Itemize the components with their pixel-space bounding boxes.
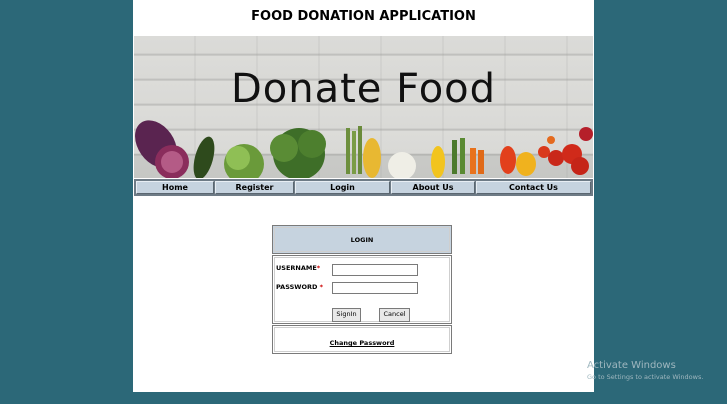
cancel-button[interactable]: Cancel <box>379 308 410 322</box>
login-form: LOGIN USERNAME* PASSWORD * SignIn Cancel… <box>272 225 454 354</box>
nav-contact-us-button[interactable]: Contact Us <box>476 181 591 194</box>
watermark-subtitle: Go to Settings to activate Windows. <box>587 373 704 381</box>
activate-windows-watermark: Activate Windows Go to Settings to activ… <box>587 360 727 381</box>
page-container: FOOD DONATION APPLICATION Donate Food Ho… <box>133 0 594 404</box>
banner-image: Donate Food <box>134 36 593 178</box>
nav-register-button[interactable]: Register <box>215 181 294 194</box>
login-form-body: USERNAME* PASSWORD * SignIn Cancel <box>272 255 452 324</box>
vegetables-illustration <box>134 120 593 178</box>
footer-bar <box>133 392 594 404</box>
password-input[interactable] <box>332 282 418 294</box>
nav-home-button[interactable]: Home <box>136 181 214 194</box>
password-label: PASSWORD * <box>276 283 324 291</box>
required-asterisk: * <box>319 283 324 291</box>
watermark-title: Activate Windows <box>587 360 676 371</box>
login-form-footer: Change Password <box>272 325 452 354</box>
change-password-link[interactable]: Change Password <box>330 339 395 347</box>
username-input[interactable] <box>332 264 418 276</box>
username-label: USERNAME* <box>276 264 321 272</box>
nav-login-button[interactable]: Login <box>295 181 390 194</box>
required-asterisk: * <box>316 264 321 272</box>
nav-about-us-button[interactable]: About Us <box>391 181 475 194</box>
page-title: FOOD DONATION APPLICATION <box>251 9 476 24</box>
signin-button[interactable]: SignIn <box>332 308 361 322</box>
main-navbar: Home Register Login About Us Contact Us <box>134 179 593 196</box>
login-form-header: LOGIN <box>272 225 452 254</box>
